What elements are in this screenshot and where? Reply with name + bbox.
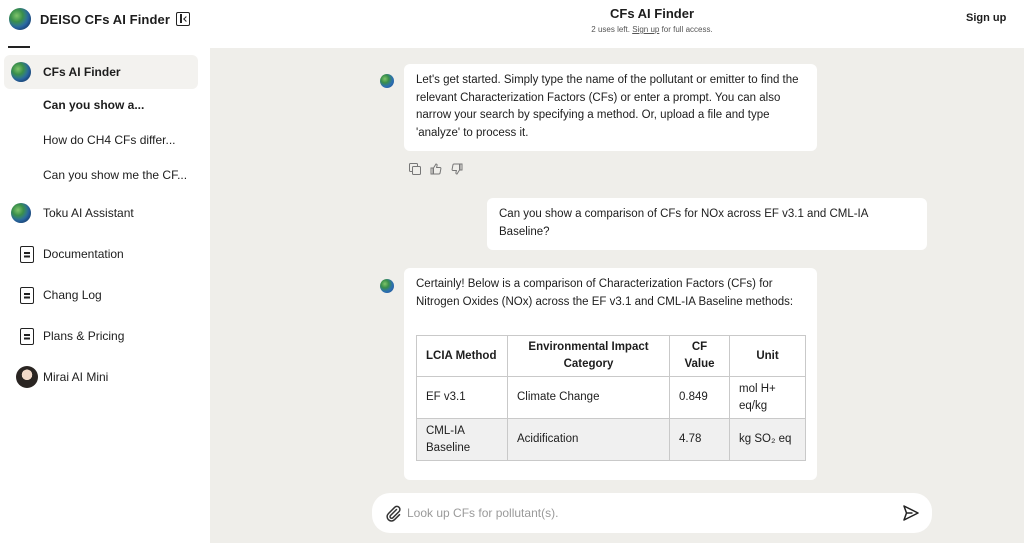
history-item-2[interactable]: How do CH4 CFs differ...: [43, 133, 176, 147]
sidebar-item-cfs-ai-finder[interactable]: CFs AI Finder: [4, 55, 198, 89]
avatar-icon: [10, 366, 38, 388]
user-message: Can you show a comparison of CFs for NOx…: [487, 198, 927, 250]
uses-left-text: 2 uses left.: [591, 25, 630, 34]
copy-icon[interactable]: [409, 163, 421, 175]
document-icon: [10, 284, 34, 306]
bot-answer: Certainly! Below is a comparison of Char…: [404, 268, 817, 480]
paperclip-icon[interactable]: [384, 504, 402, 522]
brand-underline: [8, 46, 30, 48]
send-icon[interactable]: [902, 504, 920, 522]
table-cell: CML-IA Baseline: [416, 418, 508, 461]
prompt-input[interactable]: Look up CFs for pollutant(s).: [407, 506, 558, 520]
sidebar-item-label: Documentation: [43, 247, 124, 261]
cf-comparison-table: LCIA Method Environmental Impact Categor…: [416, 335, 806, 461]
column-header: Environmental Impact Category: [507, 335, 670, 377]
table-cell: EF v3.1: [416, 376, 508, 419]
sidebar-item-label: Chang Log: [43, 288, 102, 302]
thumbs-down-icon[interactable]: [451, 163, 463, 175]
globe-icon: [10, 202, 32, 224]
table-header-row: LCIA Method Environmental Impact Categor…: [416, 335, 806, 377]
sidebar-item-plans-pricing[interactable]: Plans & Pricing: [4, 319, 198, 353]
column-header: LCIA Method: [416, 335, 508, 377]
table-cell: Climate Change: [507, 376, 670, 419]
sidebar-collapse-icon[interactable]: [176, 12, 190, 26]
document-icon: [10, 325, 34, 347]
thumbs-up-icon[interactable]: [430, 163, 442, 175]
message-actions: [409, 163, 463, 175]
history-item-1[interactable]: Can you show a...: [43, 98, 144, 112]
bot-avatar-icon: [380, 74, 394, 88]
bot-answer-text: Certainly! Below is a comparison of Char…: [416, 278, 794, 308]
table-row: CML-IA Baseline Acidification 4.78 kg SO…: [416, 418, 806, 461]
prompt-input-bar: Look up CFs for pollutant(s).: [372, 493, 932, 533]
table-cell: 4.78: [669, 418, 730, 461]
sidebar-item-mirai-ai-mini[interactable]: Mirai AI Mini: [4, 360, 198, 394]
bot-avatar-icon: [380, 279, 394, 293]
table-cell: mol H+ eq/kg: [729, 376, 806, 419]
sidebar-item-documentation[interactable]: Documentation: [4, 237, 198, 271]
history-item-3[interactable]: Can you show me the CF...: [43, 168, 187, 182]
table-cell: kg SO₂ eq: [729, 418, 806, 461]
sidebar-item-chang-log[interactable]: Chang Log: [4, 278, 198, 312]
brand-title: DEISO CFs AI Finder: [40, 11, 170, 27]
signup-link[interactable]: Sign up: [632, 25, 659, 34]
sidebar-item-toku-ai-assistant[interactable]: Toku AI Assistant: [4, 196, 198, 230]
brand[interactable]: DEISO CFs AI Finder: [9, 8, 170, 30]
document-icon: [10, 243, 34, 265]
table-row: EF v3.1 Climate Change 0.849 mol H+ eq/k…: [416, 376, 806, 419]
sidebar-item-label: Plans & Pricing: [43, 329, 125, 343]
globe-logo-icon: [9, 8, 31, 30]
bot-message: Let's get started. Simply type the name …: [404, 64, 817, 151]
globe-icon: [10, 61, 32, 83]
sidebar-item-label: Toku AI Assistant: [43, 206, 134, 220]
column-header: CF Value: [669, 335, 730, 377]
page-title: CFs AI Finder: [609, 6, 695, 21]
sidebar-item-label: Mirai AI Mini: [43, 370, 109, 384]
sidebar: DEISO CFs AI Finder CFs AI Finder Can yo…: [0, 0, 210, 543]
sidebar-item-label: CFs AI Finder: [43, 65, 121, 79]
table-cell: 0.849: [669, 376, 730, 419]
signup-button[interactable]: Sign up: [966, 12, 1006, 24]
full-access-text: for full access.: [661, 25, 713, 34]
usage-notice: 2 uses left. Sign up for full access.: [210, 25, 1024, 34]
header: CFs AI Finder 2 uses left. Sign up for f…: [210, 0, 1024, 48]
table-cell: Acidification: [507, 418, 670, 461]
column-header: Unit: [729, 335, 806, 377]
